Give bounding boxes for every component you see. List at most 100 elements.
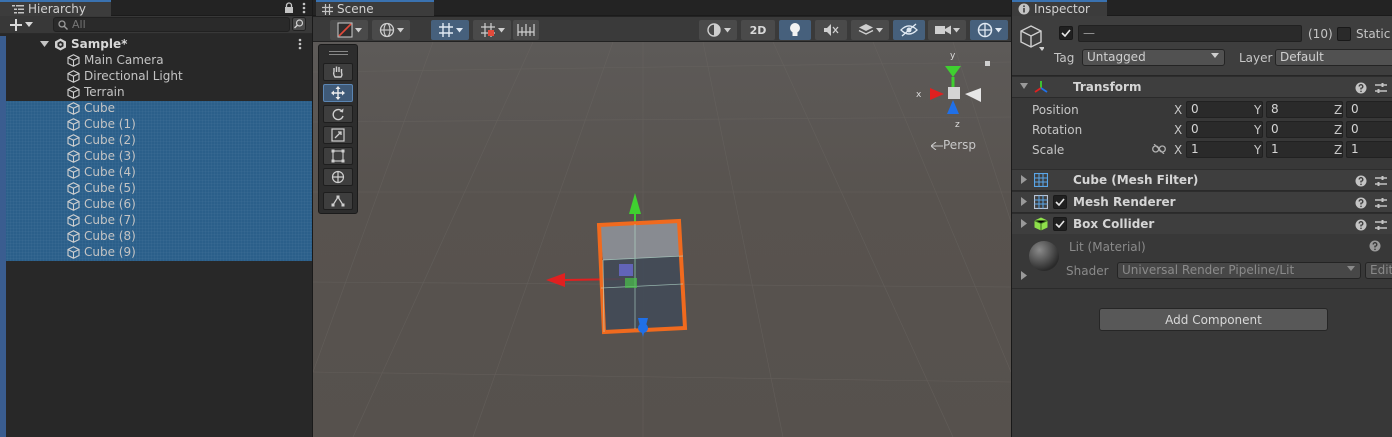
- hierarchy-item[interactable]: Cube (8): [0, 228, 312, 244]
- edit-shader-button[interactable]: Edit: [1365, 262, 1392, 279]
- hierarchy-item[interactable]: Directional Light: [0, 68, 312, 84]
- axis-z-label[interactable]: Z: [1334, 143, 1342, 157]
- custom-tool[interactable]: [323, 192, 353, 210]
- scene-shading-dropdown[interactable]: [699, 20, 737, 40]
- z-field[interactable]: 0: [1346, 121, 1392, 138]
- hierarchy-panel: Hierarchy All Sample* Main Camera Direct…: [0, 0, 313, 437]
- preset-settings-icon[interactable]: [1375, 219, 1387, 231]
- preset-settings-icon[interactable]: [1375, 197, 1387, 209]
- audio-toggle[interactable]: [815, 20, 847, 40]
- static-checkbox[interactable]: [1337, 27, 1351, 41]
- foldout-arrow-icon[interactable]: [1021, 175, 1027, 184]
- box-collider-header[interactable]: Box Collider: [1012, 213, 1392, 235]
- axis-x-label[interactable]: X: [1174, 123, 1182, 137]
- chevron-down-icon: [1211, 53, 1219, 59]
- hierarchy-item[interactable]: Cube (1): [0, 116, 312, 132]
- y-field[interactable]: 8: [1266, 101, 1343, 118]
- z-field[interactable]: 1: [1346, 141, 1392, 158]
- tab-scene[interactable]: Scene: [316, 0, 434, 16]
- axis-z-label[interactable]: Z: [1334, 123, 1342, 137]
- axis-x-label[interactable]: X: [1174, 143, 1182, 157]
- help-icon[interactable]: [1355, 175, 1367, 187]
- preset-settings-icon[interactable]: [1375, 175, 1387, 187]
- object-name-field[interactable]: —: [1078, 25, 1302, 42]
- mesh-filter-header[interactable]: Cube (Mesh Filter): [1012, 169, 1392, 191]
- help-icon[interactable]: [1355, 197, 1367, 209]
- mesh-renderer-header[interactable]: Mesh Renderer: [1012, 191, 1392, 213]
- lighting-toggle[interactable]: [779, 20, 811, 40]
- preset-settings-icon[interactable]: [1375, 82, 1387, 94]
- hierarchy-item[interactable]: Cube: [0, 100, 312, 116]
- search-input[interactable]: [72, 18, 272, 31]
- lock-icon[interactable]: [284, 2, 294, 14]
- hierarchy-item[interactable]: Cube (4): [0, 164, 312, 180]
- foldout-arrow-icon[interactable]: [1020, 83, 1028, 90]
- scene-visibility-toggle[interactable]: [893, 20, 925, 40]
- foldout-arrow-icon[interactable]: [1021, 219, 1027, 228]
- axis-y-label[interactable]: Y: [1254, 143, 1261, 157]
- scene-row[interactable]: Sample*: [0, 36, 312, 52]
- tag-dropdown[interactable]: Untagged: [1082, 49, 1225, 66]
- axis-z-label[interactable]: Z: [1334, 103, 1342, 117]
- mesh-renderer-enabled-checkbox[interactable]: [1053, 195, 1067, 209]
- camera-settings-dropdown[interactable]: [928, 20, 966, 40]
- scale-tool[interactable]: [323, 126, 353, 144]
- hierarchy-item[interactable]: Cube (5): [0, 180, 312, 196]
- active-checkbox[interactable]: [1059, 26, 1073, 40]
- ruler-snap-button[interactable]: [513, 20, 539, 40]
- scene-viewport[interactable]: y x z Persp: [313, 42, 1011, 437]
- global-local-dropdown[interactable]: [372, 20, 410, 40]
- axis-y-label[interactable]: Y: [1254, 123, 1261, 137]
- hierarchy-item[interactable]: Cube (2): [0, 132, 312, 148]
- hierarchy-item[interactable]: Cube (9): [0, 244, 312, 260]
- foldout-arrow-icon[interactable]: [1021, 271, 1027, 280]
- 2d-toggle[interactable]: 2D: [741, 20, 775, 40]
- hierarchy-item[interactable]: Cube (7): [0, 212, 312, 228]
- hierarchy-item-label: Cube (8): [84, 229, 136, 243]
- x-field[interactable]: 0: [1186, 121, 1263, 138]
- hierarchy-item[interactable]: Cube (3): [0, 148, 312, 164]
- axis-x-label[interactable]: X: [1174, 103, 1182, 117]
- x-field[interactable]: 0: [1186, 101, 1263, 118]
- expand-arrow-icon[interactable]: [40, 40, 49, 48]
- more-options-icon[interactable]: [302, 2, 306, 14]
- persp-toggle[interactable]: Persp: [931, 138, 976, 152]
- add-component-button[interactable]: Add Component: [1099, 308, 1328, 331]
- x-field[interactable]: 1: [1186, 141, 1263, 158]
- transform-tool[interactable]: [323, 168, 353, 186]
- rect-tool[interactable]: [323, 147, 353, 165]
- shader-dropdown[interactable]: Universal Render Pipeline/Lit: [1117, 262, 1361, 279]
- gameobject-cube-icon[interactable]: [1020, 25, 1044, 51]
- create-button[interactable]: [10, 17, 33, 33]
- view-tool[interactable]: [323, 63, 353, 81]
- y-field[interactable]: 1: [1266, 141, 1343, 158]
- axis-y-label[interactable]: Y: [1254, 103, 1261, 117]
- increment-snap-dropdown[interactable]: [473, 20, 511, 40]
- material-sphere-icon[interactable]: [1028, 240, 1060, 272]
- grid-snap-toggle[interactable]: [431, 20, 469, 40]
- gizmos-dropdown[interactable]: [970, 20, 1008, 40]
- constrain-proportions-icon[interactable]: [1152, 144, 1166, 154]
- y-field[interactable]: 0: [1266, 121, 1343, 138]
- foldout-arrow-icon[interactable]: [1021, 197, 1027, 206]
- layer-dropdown[interactable]: Default: [1275, 49, 1392, 66]
- hierarchy-search[interactable]: [53, 17, 290, 32]
- tab-inspector[interactable]: Inspector: [1012, 0, 1107, 16]
- hierarchy-item[interactable]: Main Camera: [0, 52, 312, 68]
- search-by-type-icon[interactable]: [292, 17, 306, 31]
- move-tool[interactable]: [323, 84, 353, 102]
- scene-more-icon[interactable]: [298, 38, 302, 50]
- z-field[interactable]: 0: [1346, 101, 1392, 118]
- help-icon[interactable]: [1355, 219, 1367, 231]
- tab-hierarchy[interactable]: Hierarchy: [0, 0, 111, 16]
- transform-header[interactable]: Transform: [1012, 76, 1392, 98]
- hierarchy-item-label: Cube (9): [84, 245, 136, 259]
- help-icon[interactable]: [1355, 82, 1367, 94]
- hierarchy-item[interactable]: Cube (6): [0, 196, 312, 212]
- hierarchy-item[interactable]: Terrain: [0, 84, 312, 100]
- help-icon[interactable]: [1369, 240, 1381, 252]
- box-collider-enabled-checkbox[interactable]: [1053, 217, 1067, 231]
- rotate-tool[interactable]: [323, 105, 353, 123]
- draw-mode-dropdown[interactable]: [330, 20, 368, 40]
- effects-dropdown[interactable]: [851, 20, 889, 40]
